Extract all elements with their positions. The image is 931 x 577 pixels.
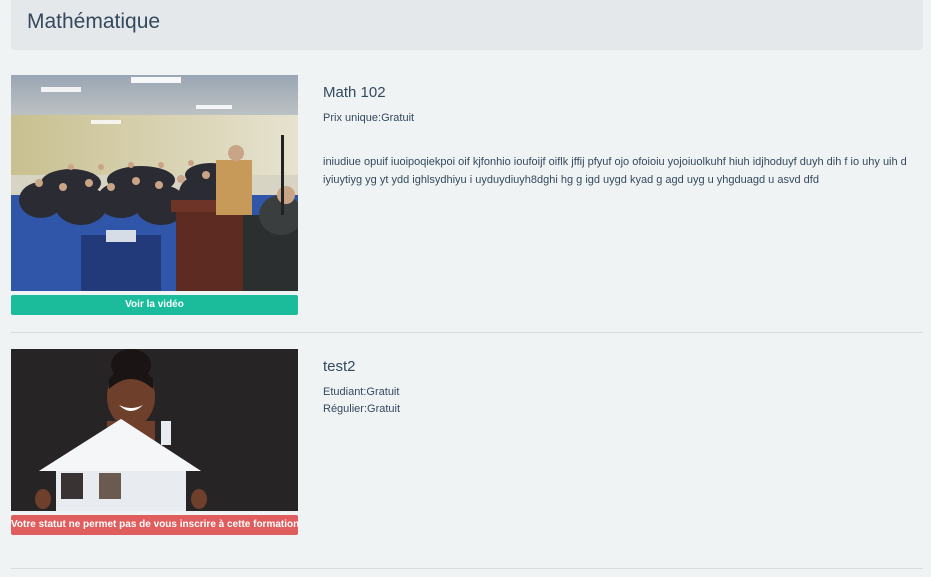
course-title[interactable]: test2 [323, 358, 923, 375]
course-title[interactable]: Math 102 [323, 84, 923, 101]
page: Mathématique Voir la vidéo Math 102 Prix… [0, 0, 931, 577]
category-title: Mathématique [27, 10, 161, 33]
conference-photo [11, 75, 298, 291]
course-description: iniudiue opuif iuoipoqiekpoi oif kjfonhi… [323, 156, 907, 186]
course-info: test2 Etudiant:Gratuit Régulier:Gratuit [323, 358, 923, 418]
divider [11, 332, 923, 333]
course-info: Math 102 Prix unique:Gratuit iniudiue op… [323, 84, 923, 189]
category-header: Mathématique [11, 0, 923, 50]
course-price-regular: Régulier:Gratuit [323, 403, 401, 415]
woman-house-photo [11, 349, 298, 511]
course-price: Prix unique:Gratuit [323, 112, 415, 124]
course-thumbnail[interactable] [11, 349, 298, 511]
watch-video-button[interactable]: Voir la vidéo [11, 295, 298, 315]
enrollment-unavailable-button[interactable]: Votre statut ne permet pas de vous inscr… [11, 515, 298, 535]
divider [11, 568, 923, 569]
course-price-student: Etudiant:Gratuit [323, 386, 400, 398]
course-thumbnail[interactable] [11, 75, 298, 291]
